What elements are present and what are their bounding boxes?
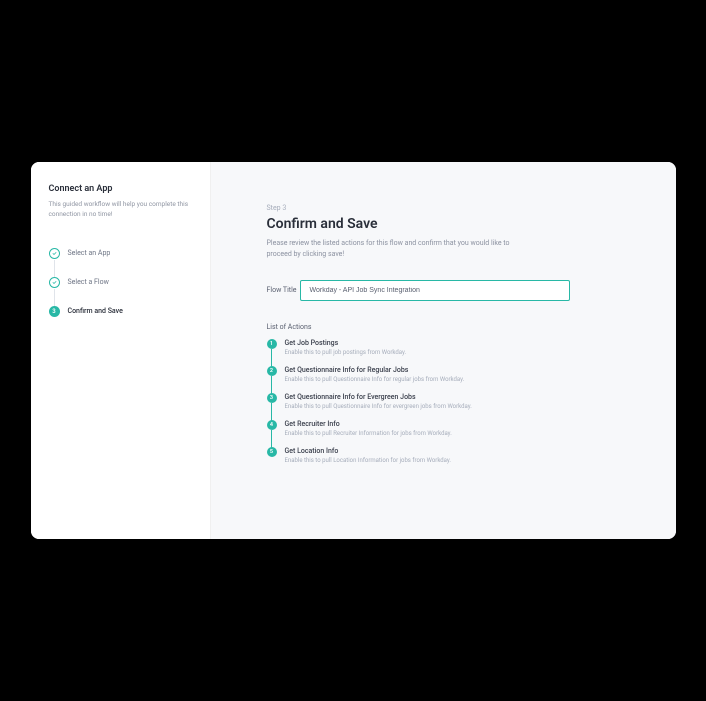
main-panel: Step 3 Confirm and Save Please review th… (211, 162, 676, 539)
action-title: Get Job Postings (285, 339, 620, 347)
action-title: Get Recruiter Info (285, 420, 620, 428)
step-label: Confirm and Save (68, 307, 123, 315)
flow-title-input[interactable] (300, 280, 570, 301)
sidebar-description: This guided workflow will help you compl… (49, 200, 192, 220)
action-description: Enable this to pull Recruiter Informatio… (285, 430, 620, 437)
step-number-icon: 1 (267, 339, 277, 349)
step-select-app[interactable]: Select an App (49, 248, 192, 259)
step-tag: Step 3 (267, 204, 620, 212)
action-description: Enable this to pull Questionnaire Info f… (285, 403, 620, 410)
step-number-icon: 4 (267, 420, 277, 430)
page-title: Confirm and Save (267, 216, 620, 232)
step-number-icon: 2 (267, 366, 277, 376)
step-list: Select an App Select a Flow 3 Confirm an… (49, 248, 192, 317)
step-number-icon: 3 (267, 393, 277, 403)
list-item: 5 Get Location Info Enable this to pull … (267, 447, 620, 464)
step-number-icon: 3 (49, 306, 60, 317)
step-label: Select a Flow (68, 278, 109, 286)
sidebar-title: Connect an App (49, 184, 192, 194)
wizard-window: Connect an App This guided workflow will… (31, 162, 676, 539)
actions-list-label: List of Actions (267, 323, 620, 331)
step-select-flow[interactable]: Select a Flow (49, 277, 192, 288)
step-number-icon: 5 (267, 447, 277, 457)
action-description: Enable this to pull Questionnaire Info f… (285, 376, 620, 383)
check-icon (49, 248, 60, 259)
list-item: 3 Get Questionnaire Info for Evergreen J… (267, 393, 620, 410)
flow-title-label: Flow Title (267, 286, 297, 294)
list-item: 2 Get Questionnaire Info for Regular Job… (267, 366, 620, 383)
list-item: 1 Get Job Postings Enable this to pull j… (267, 339, 620, 356)
action-description: Enable this to pull Location Information… (285, 457, 620, 464)
action-title: Get Location Info (285, 447, 620, 455)
list-item: 4 Get Recruiter Info Enable this to pull… (267, 420, 620, 437)
page-description: Please review the listed actions for thi… (267, 238, 527, 259)
sidebar: Connect an App This guided workflow will… (31, 162, 211, 539)
check-icon (49, 277, 60, 288)
step-label: Select an App (68, 249, 111, 257)
action-title: Get Questionnaire Info for Evergreen Job… (285, 393, 620, 401)
actions-list: 1 Get Job Postings Enable this to pull j… (267, 339, 620, 464)
action-title: Get Questionnaire Info for Regular Jobs (285, 366, 620, 374)
action-description: Enable this to pull job postings from Wo… (285, 349, 620, 356)
step-confirm-save[interactable]: 3 Confirm and Save (49, 306, 192, 317)
